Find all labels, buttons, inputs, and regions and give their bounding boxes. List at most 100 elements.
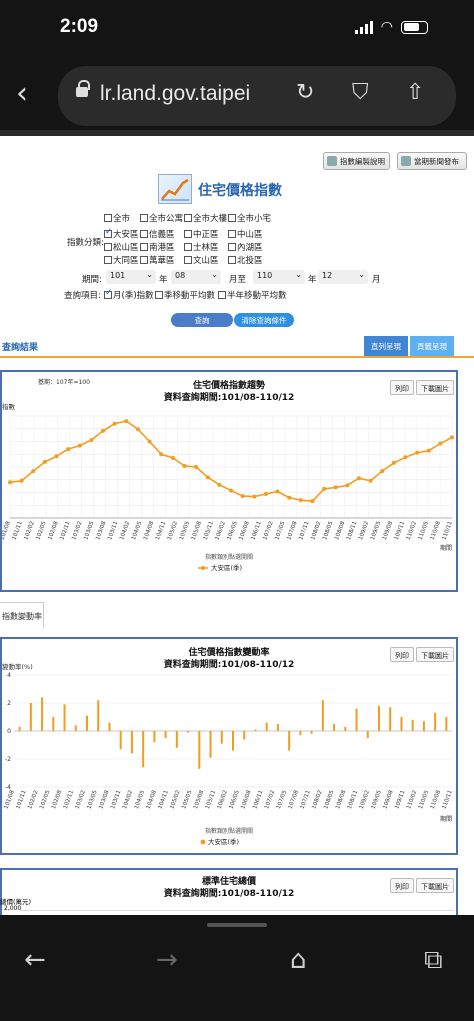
checkbox-box[interactable]	[184, 230, 192, 238]
checkbox-box[interactable]	[104, 243, 112, 251]
data-point	[89, 437, 94, 442]
checkbox-all-building[interactable]: 全市大樓	[184, 212, 227, 224]
back-chevron-icon[interactable]: ‹	[16, 76, 28, 111]
bar	[288, 731, 291, 751]
y-axis-label: 指數	[2, 402, 16, 411]
checkbox-box[interactable]	[140, 230, 148, 238]
query-button[interactable]: 查詢	[171, 313, 233, 327]
from-year-select[interactable]: 101 ⌄	[106, 270, 156, 284]
x-tick-label: 109/08	[382, 520, 394, 541]
status-bar: 2:09 ◠	[0, 0, 474, 58]
checkbox-box[interactable]	[184, 256, 192, 264]
checkbox-district[interactable]: 南港區	[140, 241, 175, 253]
index-explanation-button[interactable]: 指數編製說明	[323, 152, 390, 170]
data-point	[450, 435, 454, 440]
data-point	[66, 447, 71, 452]
x-tick-label: 108/02	[310, 521, 322, 541]
checkbox-box[interactable]	[104, 214, 112, 222]
checkbox-district[interactable]: 中正區	[184, 228, 219, 240]
x-tick-label: 102/11	[63, 790, 75, 810]
data-point	[182, 463, 187, 468]
home-icon[interactable]: ⌂	[290, 945, 307, 975]
checkbox-box[interactable]	[104, 227, 113, 238]
y-tick-label: -2	[5, 756, 11, 763]
clear-conditions-button[interactable]: 清除查詢條件	[234, 313, 294, 327]
legend-marker	[200, 839, 206, 845]
bar	[108, 722, 111, 731]
checkbox-box[interactable]	[228, 214, 236, 222]
reload-icon[interactable]: ↻	[296, 80, 314, 105]
checkbox-district[interactable]: 松山區	[104, 241, 139, 253]
bookmark-icon[interactable]: ⛉	[352, 80, 369, 105]
data-point	[42, 459, 47, 464]
from-month-select[interactable]: 08 ⌄	[171, 270, 221, 284]
checkbox-label: 全市	[113, 214, 131, 224]
data-point	[438, 441, 443, 446]
checkbox-box[interactable]	[228, 230, 236, 238]
checkbox-district[interactable]: 北投區	[228, 254, 263, 266]
checkbox-box[interactable]	[184, 214, 192, 222]
x-tick-label: 106/11	[252, 790, 264, 810]
results-header: 查詢結果 直列呈現 頁籤呈現	[0, 334, 474, 358]
checkbox-box[interactable]	[104, 288, 113, 299]
checkbox-district[interactable]: 文山區	[184, 254, 219, 266]
x-tick-label: 110/11	[442, 790, 454, 810]
back-arrow-icon[interactable]: ←	[24, 945, 46, 975]
data-point	[101, 428, 106, 433]
x-tick-label: 101/08	[4, 789, 16, 810]
checkbox-district[interactable]: 萬華區	[140, 254, 175, 266]
drag-handle[interactable]	[207, 923, 267, 927]
checkbox-box[interactable]	[228, 243, 236, 251]
browser-toolbar: ‹ lr.land.gov.taipei ↻ ⛉ ⇧	[0, 58, 474, 130]
bar	[366, 731, 369, 738]
legend-label: 大安區(季)	[211, 563, 242, 572]
pen-icon	[401, 156, 411, 166]
checkbox-box[interactable]	[184, 243, 192, 251]
checkbox-box[interactable]	[228, 256, 236, 264]
checkbox-box[interactable]	[218, 291, 226, 299]
bar	[254, 729, 257, 731]
data-point	[275, 489, 280, 494]
checkbox-district[interactable]: 中山區	[228, 228, 263, 240]
x-tick-label: 110/08	[430, 520, 442, 541]
tab-view-button[interactable]: 頁籤呈現	[410, 336, 454, 356]
share-icon[interactable]: ⇧	[406, 80, 424, 105]
checkbox-district[interactable]: 內湖區	[228, 241, 263, 253]
forward-arrow-icon[interactable]: →	[156, 945, 178, 975]
download-image-button[interactable]: 下載圖片	[416, 878, 454, 893]
list-view-button[interactable]: 直列呈現	[364, 336, 408, 356]
x-tick-label: 110/05	[418, 789, 430, 810]
checkbox-all-apartment[interactable]: 全市公寓	[140, 212, 183, 224]
bar	[63, 704, 66, 731]
checkbox-box[interactable]	[140, 214, 148, 222]
checkbox-quarter-moving-avg[interactable]: 季移動平均數	[155, 289, 215, 301]
x-tick-label: 108/05	[322, 520, 334, 541]
x-tick-label: 102/08	[51, 789, 63, 810]
print-button[interactable]: 列印	[390, 878, 414, 893]
checkbox-district[interactable]: 信義區	[140, 228, 175, 240]
x-tick-label: 101/08	[2, 520, 12, 541]
checkbox-box[interactable]	[140, 256, 148, 264]
checkbox-box[interactable]	[140, 243, 148, 251]
checkbox-monthly-index[interactable]: 月(季)指數	[104, 288, 154, 301]
checkbox-all-city[interactable]: 全市	[104, 212, 130, 224]
x-tick-label: 106/08	[240, 789, 252, 810]
checkbox-district[interactable]: 大同區	[104, 254, 139, 266]
checkbox-label: 全市大樓	[193, 214, 228, 224]
to-month-select[interactable]: 12 ⌄	[318, 270, 368, 284]
checkbox-box[interactable]	[104, 256, 112, 264]
tab-index-change-rate[interactable]: 指數變動率	[0, 602, 44, 628]
checkbox-all-small[interactable]: 全市小宅	[228, 212, 271, 224]
checkbox-label: 南港區	[149, 243, 175, 253]
checkbox-district[interactable]: 大安區	[104, 227, 139, 240]
checkbox-half-year-moving-avg[interactable]: 半年移動平均數	[218, 289, 287, 301]
x-tick-label: 107/05	[276, 789, 288, 810]
to-year-select[interactable]: 110 ⌄	[253, 270, 305, 284]
press-release-button[interactable]: 當期新聞發布	[397, 152, 467, 170]
x-tick-label: 102/05	[35, 520, 47, 541]
x-tick-label: 109/02	[358, 521, 370, 541]
checkbox-district[interactable]: 士林區	[184, 241, 219, 253]
address-bar[interactable]: lr.land.gov.taipei ↻ ⛉ ⇧	[58, 66, 456, 126]
tabs-icon[interactable]: ⧉	[424, 945, 443, 976]
checkbox-box[interactable]	[155, 291, 163, 299]
